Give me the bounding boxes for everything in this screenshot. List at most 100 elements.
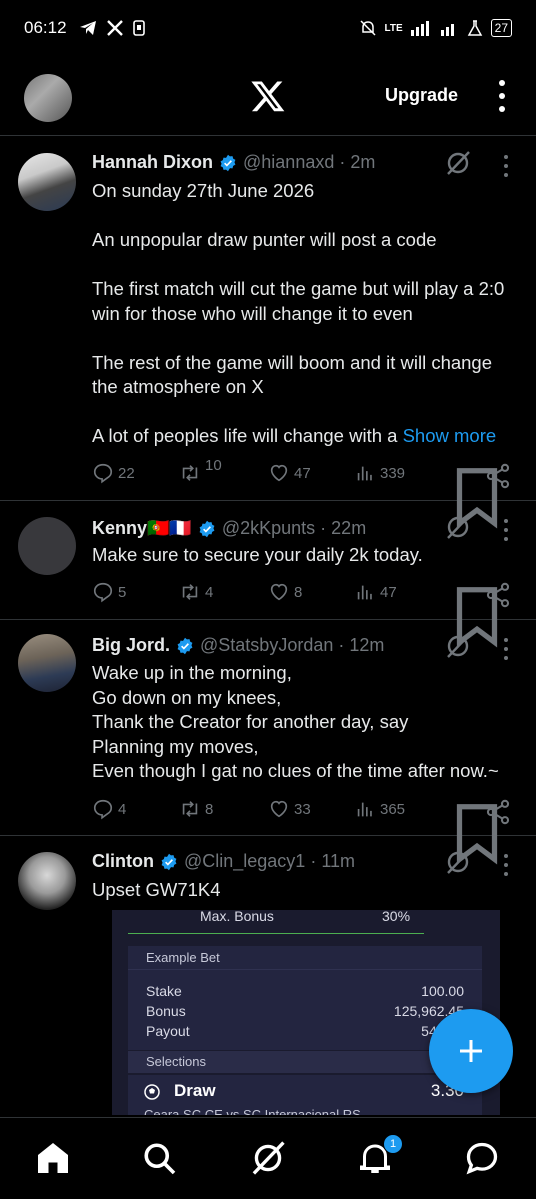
tweet-more-icon[interactable]: [500, 854, 512, 876]
phone-status-icon: [132, 20, 145, 36]
upgrade-button[interactable]: Upgrade: [385, 85, 458, 106]
grok-icon[interactable]: [444, 632, 472, 660]
tweet-handle[interactable]: @2kKpunts: [222, 518, 315, 539]
grok-icon[interactable]: [444, 848, 472, 876]
views-icon: [357, 466, 372, 481]
reply-count: 5: [118, 583, 127, 601]
reply-icon: [93, 582, 113, 603]
x-logo-icon: [251, 81, 285, 112]
tweet-author-name[interactable]: Clinton: [92, 851, 154, 872]
selection-match: Ceara SC CE vs SC Internacional RS: [144, 1107, 361, 1115]
reply-icon: [93, 463, 113, 484]
telegram-icon: [79, 21, 96, 35]
signal-2-icon: [440, 24, 454, 36]
mute-icon: [360, 20, 377, 36]
verified-badge-icon: [199, 520, 215, 537]
like-count: 33: [294, 800, 311, 818]
stake-value: 100.00: [421, 983, 464, 999]
tweet-text: On sunday 27th June 2026 An unpopular dr…: [92, 180, 505, 446]
tweet-media-image[interactable]: Max. Bonus 30% Example Bet Stake Bonus P…: [112, 910, 500, 1115]
max-bonus-value: 30%: [382, 910, 411, 924]
show-more-link[interactable]: Show more: [403, 425, 497, 446]
grok-nav-icon[interactable]: [250, 1140, 286, 1176]
reply-button[interactable]: 5: [92, 581, 126, 603]
repost-count: 8: [205, 800, 214, 818]
max-bonus-label: Max. Bonus: [200, 910, 274, 924]
tweet-actions: 22 10 47 339: [92, 457, 512, 529]
tweet[interactable]: Big Jord. @StatsbyJordan · 12m Wake up i…: [0, 620, 536, 865]
views-icon: [357, 802, 372, 817]
like-button[interactable]: 33: [268, 798, 311, 820]
repost-button[interactable]: 4: [179, 581, 213, 603]
verified-badge-icon: [220, 154, 236, 171]
payout-label: Payout: [146, 1023, 190, 1039]
top-bar: Upgrade: [0, 60, 536, 136]
heart-icon: [270, 464, 288, 482]
verified-badge-icon: [161, 853, 177, 870]
repost-button[interactable]: 8: [179, 798, 213, 820]
tweet-text: Wake up in the morning, Go down on my kn…: [92, 662, 499, 781]
tweet-more-icon[interactable]: [500, 638, 512, 660]
lab-icon: [467, 20, 482, 36]
bottom-navigation: [0, 1117, 536, 1199]
plus-icon: [460, 1040, 482, 1062]
tweet-time: · 11m: [310, 851, 356, 871]
tweet-author-name[interactable]: Hannah Dixon: [92, 152, 213, 173]
tweet-text: Make sure to secure your daily 2k today.: [92, 544, 423, 565]
tweet-more-icon[interactable]: [500, 155, 512, 177]
tweet-avatar[interactable]: [18, 634, 76, 692]
reply-button[interactable]: 22: [92, 462, 135, 484]
view-count: 339: [380, 464, 406, 482]
repost-icon: [182, 584, 198, 600]
notifications-badge: 1: [383, 1134, 403, 1154]
tweet-handle[interactable]: @StatsbyJordan: [200, 635, 333, 656]
battery-indicator: 27: [490, 19, 512, 37]
repost-icon: [182, 465, 198, 481]
signal-icon: [410, 21, 429, 36]
repost-count: 10: [205, 456, 222, 474]
search-icon[interactable]: [141, 1140, 177, 1176]
tweet-more-icon[interactable]: [500, 519, 512, 541]
like-button[interactable]: 47: [268, 462, 311, 484]
tweet[interactable]: Hannah Dixon @hiannaxd · 2m On sunday 27…: [0, 137, 536, 529]
grok-icon[interactable]: [444, 513, 472, 541]
share-icon[interactable]: [484, 798, 512, 826]
tweet-avatar[interactable]: [18, 852, 76, 910]
view-count: 365: [380, 800, 406, 818]
views-button[interactable]: 339: [354, 462, 405, 484]
tweet-avatar[interactable]: [18, 153, 76, 211]
network-label: LTE: [384, 22, 403, 34]
compose-post-button[interactable]: [429, 1009, 513, 1093]
tweet-actions: 5 4 8 47: [92, 581, 512, 648]
repost-button[interactable]: 10: [179, 457, 222, 484]
stake-label: Stake: [146, 983, 182, 999]
like-button[interactable]: 8: [268, 581, 302, 603]
grok-icon[interactable]: [444, 149, 472, 177]
tweet-time: · 2m: [339, 152, 376, 172]
selection-pick: Draw: [174, 1081, 216, 1100]
tweet-author-name[interactable]: Big Jord.: [92, 635, 170, 656]
share-icon[interactable]: [484, 581, 512, 609]
tweet-time: · 22m: [320, 518, 367, 538]
views-button[interactable]: 47: [354, 581, 397, 603]
repost-icon: [182, 801, 198, 817]
profile-avatar[interactable]: [24, 73, 72, 122]
tweet-handle[interactable]: @hiannaxd: [243, 152, 334, 173]
views-icon: [357, 585, 372, 600]
tweet-avatar[interactable]: [18, 517, 76, 575]
home-icon[interactable]: [35, 1140, 71, 1176]
tweet-author-name[interactable]: Kenny🇵🇹🇫🇷: [92, 518, 192, 539]
reply-count: 22: [118, 464, 135, 482]
more-options-icon[interactable]: [494, 80, 510, 112]
messages-icon[interactable]: [464, 1140, 500, 1176]
clock: 06:12: [24, 18, 67, 37]
tweet[interactable]: Kenny🇵🇹🇫🇷 @2kKpunts · 22m Make sure to s…: [0, 501, 536, 648]
share-icon[interactable]: [484, 462, 512, 490]
views-button[interactable]: 365: [354, 798, 405, 820]
heart-icon: [270, 800, 288, 818]
tweet-handle[interactable]: @Clin_legacy1: [184, 851, 305, 872]
tweet-time: · 12m: [338, 635, 385, 655]
reply-button[interactable]: 4: [92, 798, 126, 820]
example-bet-header: Example Bet: [128, 946, 482, 970]
status-bar: 06:12 LTE 27: [0, 0, 536, 56]
